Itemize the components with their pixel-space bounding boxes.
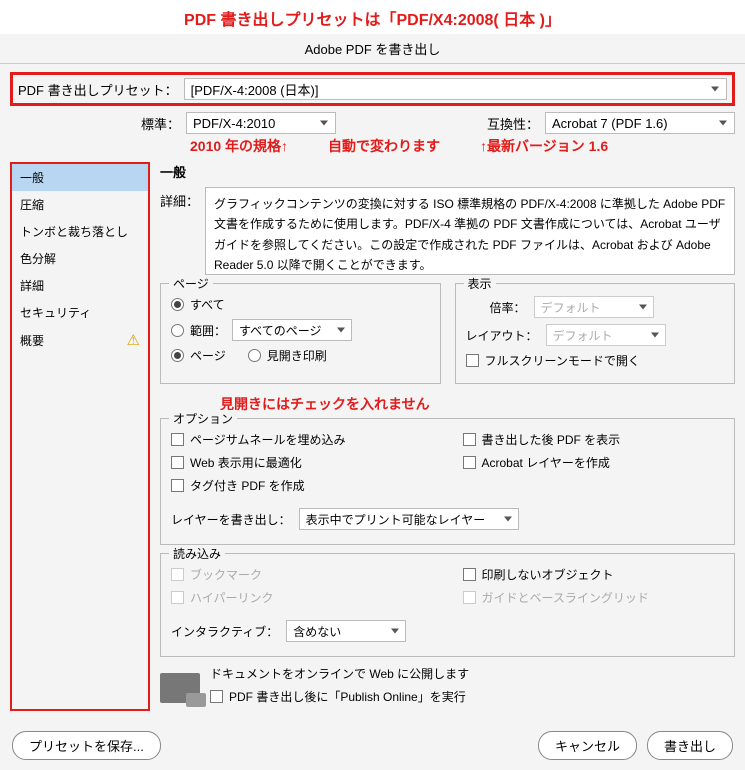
radio-all-label: すべて <box>190 296 225 313</box>
interactive-select[interactable]: 含めない <box>286 620 406 642</box>
check-noprint[interactable] <box>463 568 476 581</box>
check-hyperlink <box>171 591 184 604</box>
cancel-button[interactable]: キャンセル <box>538 731 637 760</box>
pages-group: ページ すべて 範囲： すべてのページ ページ 見開き印刷 <box>160 283 441 384</box>
publish-icon <box>160 673 200 703</box>
window-title: Adobe PDF を書き出し <box>0 34 745 64</box>
standard-value: PDF/X-4:2010 <box>193 116 275 131</box>
layers-value: 表示中でプリント可能なレイヤー <box>306 511 486 528</box>
layers-label: レイヤーを書き出し： <box>171 511 291 528</box>
bookmark-label: ブックマーク <box>190 566 262 583</box>
radio-range-label: 範囲： <box>190 322 226 339</box>
check-guides <box>463 591 476 604</box>
preset-label: PDF 書き出しプリセット： <box>18 80 178 99</box>
import-title: 読み込み <box>169 545 225 562</box>
thumb-label: ページサムネールを埋め込み <box>190 431 346 448</box>
radio-page-label: ページ <box>190 347 226 364</box>
radio-range[interactable] <box>171 324 184 337</box>
sidebar-item-color[interactable]: 色分解 <box>12 245 148 272</box>
compat-select[interactable]: Acrobat 7 (PDF 1.6) <box>545 112 735 134</box>
acrobat-layer-label: Acrobat レイヤーを作成 <box>482 454 610 471</box>
sidebar-item-summary[interactable]: 概要 ⚠ <box>12 326 148 354</box>
zoom-label: 倍率： <box>466 299 526 316</box>
save-preset-button[interactable]: プリセットを保存... <box>12 731 161 760</box>
interactive-value: 含めない <box>293 623 341 640</box>
publish-check-label: PDF 書き出し後に「Publish Online」を実行 <box>229 688 466 705</box>
sidebar: 一般 圧縮 トンボと裁ち落とし 色分解 詳細 セキュリティ 概要 ⚠ <box>10 162 150 711</box>
layers-select[interactable]: 表示中でプリント可能なレイヤー <box>299 508 519 530</box>
preset-row: PDF 書き出しプリセット： [PDF/X-4:2008 (日本)] <box>10 72 735 106</box>
zoom-select: デフォルト <box>534 296 654 318</box>
check-tagged[interactable] <box>171 479 184 492</box>
tagged-label: タグ付き PDF を作成 <box>190 477 305 494</box>
interactive-label: インタラクティブ： <box>171 623 278 640</box>
radio-page[interactable] <box>171 349 184 362</box>
showafter-label: 書き出した後 PDF を表示 <box>482 431 621 448</box>
standard-select[interactable]: PDF/X-4:2010 <box>186 112 336 134</box>
check-web[interactable] <box>171 456 184 469</box>
layout-value: デフォルト <box>553 327 613 344</box>
sidebar-item-general[interactable]: 一般 <box>12 164 148 191</box>
guides-label: ガイドとベースライングリッド <box>482 589 649 606</box>
preset-value: [PDF/X-4:2008 (日本)] <box>191 80 319 99</box>
check-bookmark <box>171 568 184 581</box>
annotation-compat: ↑最新バージョン 1.6 <box>480 136 608 156</box>
publish-text: ドキュメントをオンラインで Web に公開します <box>210 665 469 682</box>
radio-spread-label: 見開き印刷 <box>267 347 327 364</box>
display-group: 表示 倍率：デフォルト レイアウト：デフォルト フルスクリーンモードで開く <box>455 283 736 384</box>
detail-text[interactable]: グラフィックコンテンツの変換に対する ISO 標準規格の PDF/X-4:200… <box>205 187 735 275</box>
check-fullscreen[interactable] <box>466 354 479 367</box>
radio-all[interactable] <box>171 298 184 311</box>
check-acrobat-layer[interactable] <box>463 456 476 469</box>
options-group: オプション ページサムネールを埋め込み Web 表示用に最適化 タグ付き PDF… <box>160 418 735 545</box>
compat-value: Acrobat 7 (PDF 1.6) <box>552 116 668 131</box>
export-button[interactable]: 書き出し <box>647 731 733 760</box>
layout-select: デフォルト <box>546 324 666 346</box>
standard-label: 標準： <box>10 114 180 133</box>
range-value: すべてのページ <box>239 322 321 339</box>
sidebar-item-security[interactable]: セキュリティ <box>12 299 148 326</box>
publish-row: ドキュメントをオンラインで Web に公開します PDF 書き出し後に「Publ… <box>160 665 735 711</box>
range-select[interactable]: すべてのページ <box>232 319 352 341</box>
annotation-top: PDF 書き出しプリセットは「PDF/X4:2008( 日本 )」 <box>0 0 745 34</box>
pages-title: ページ <box>169 275 213 292</box>
layout-label: レイアウト： <box>466 327 538 344</box>
panel-title: 一般 <box>160 162 735 181</box>
annotation-standard: 2010 年の規格↑ <box>190 136 288 156</box>
check-showafter[interactable] <box>463 433 476 446</box>
import-group: 読み込み ブックマーク ハイパーリンク 印刷しないオブジェクト ガイドとベースラ… <box>160 553 735 657</box>
compat-label: 互換性： <box>487 114 539 133</box>
fullscreen-label: フルスクリーンモードで開く <box>485 352 640 369</box>
sidebar-item-label: 概要 <box>20 332 44 349</box>
web-label: Web 表示用に最適化 <box>190 454 302 471</box>
hyperlink-label: ハイパーリンク <box>190 589 274 606</box>
preset-select[interactable]: [PDF/X-4:2008 (日本)] <box>184 78 727 100</box>
noprint-label: 印刷しないオブジェクト <box>482 566 614 583</box>
options-title: オプション <box>169 410 237 427</box>
annotation-spread: 見開きにはチェックを入れません <box>220 394 735 414</box>
display-title: 表示 <box>464 275 496 292</box>
warning-icon: ⚠ <box>127 331 140 349</box>
check-publish[interactable] <box>210 690 223 703</box>
sidebar-item-detail[interactable]: 詳細 <box>12 272 148 299</box>
zoom-value: デフォルト <box>541 299 601 316</box>
radio-spread[interactable] <box>248 349 261 362</box>
detail-label: 詳細： <box>160 187 199 275</box>
sidebar-item-compress[interactable]: 圧縮 <box>12 191 148 218</box>
check-thumb[interactable] <box>171 433 184 446</box>
annotation-auto: 自動で変わります <box>328 136 440 156</box>
sidebar-item-marks[interactable]: トンボと裁ち落とし <box>12 218 148 245</box>
